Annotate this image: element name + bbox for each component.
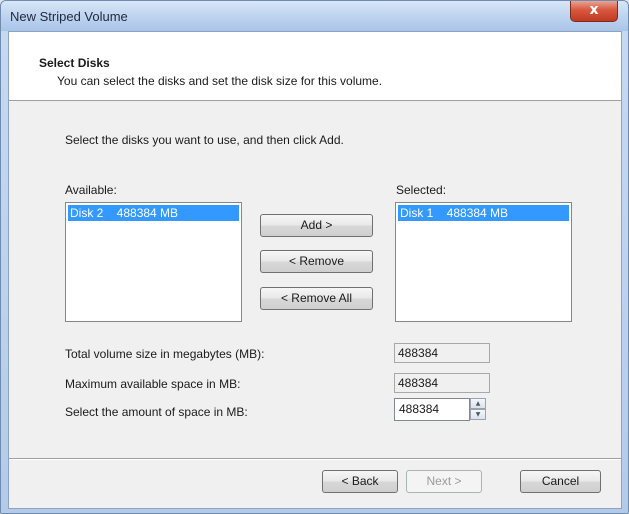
total-size-label: Total volume size in megabytes (MB): — [65, 347, 265, 361]
available-disks-list[interactable]: Disk 2 488384 MB — [65, 202, 242, 322]
selected-label: Selected: — [396, 183, 447, 197]
list-item[interactable]: Disk 2 488384 MB — [68, 205, 239, 221]
amount-label: Select the amount of space in MB: — [65, 405, 248, 419]
spin-up-icon[interactable]: ▲ — [470, 398, 486, 409]
wizard-header: Select Disks You can select the disks an… — [9, 32, 621, 101]
list-item[interactable]: Disk 1 488384 MB — [398, 205, 569, 221]
max-space-label: Maximum available space in MB: — [65, 377, 241, 391]
selected-disks-list[interactable]: Disk 1 488384 MB — [395, 202, 572, 322]
remove-button[interactable]: < Remove — [260, 250, 373, 273]
new-striped-volume-dialog: New Striped Volume x Select Disks You ca… — [0, 0, 629, 514]
spin-down-icon[interactable]: ▼ — [470, 409, 486, 420]
title-bar[interactable]: New Striped Volume x — [1, 1, 628, 31]
dialog-body: Select Disks You can select the disks an… — [8, 31, 622, 509]
window-title: New Striped Volume — [10, 9, 128, 24]
amount-spinner[interactable]: ▲ ▼ — [470, 398, 486, 421]
close-button[interactable]: x — [570, 1, 618, 22]
total-size-value: 488384 — [394, 343, 490, 363]
remove-all-button[interactable]: < Remove All — [260, 287, 373, 310]
amount-input[interactable]: 488384 — [394, 398, 470, 421]
available-label: Available: — [65, 183, 117, 197]
footer-divider — [9, 458, 621, 460]
cancel-button[interactable]: Cancel — [520, 470, 601, 493]
next-button[interactable]: Next > — [406, 470, 482, 493]
instruction-text: Select the disks you want to use, and th… — [65, 133, 344, 147]
add-button[interactable]: Add > — [260, 214, 373, 237]
max-space-value: 488384 — [394, 373, 490, 393]
back-button[interactable]: < Back — [322, 470, 398, 493]
page-title: Select Disks — [39, 56, 110, 70]
page-subtitle: You can select the disks and set the dis… — [57, 74, 383, 88]
